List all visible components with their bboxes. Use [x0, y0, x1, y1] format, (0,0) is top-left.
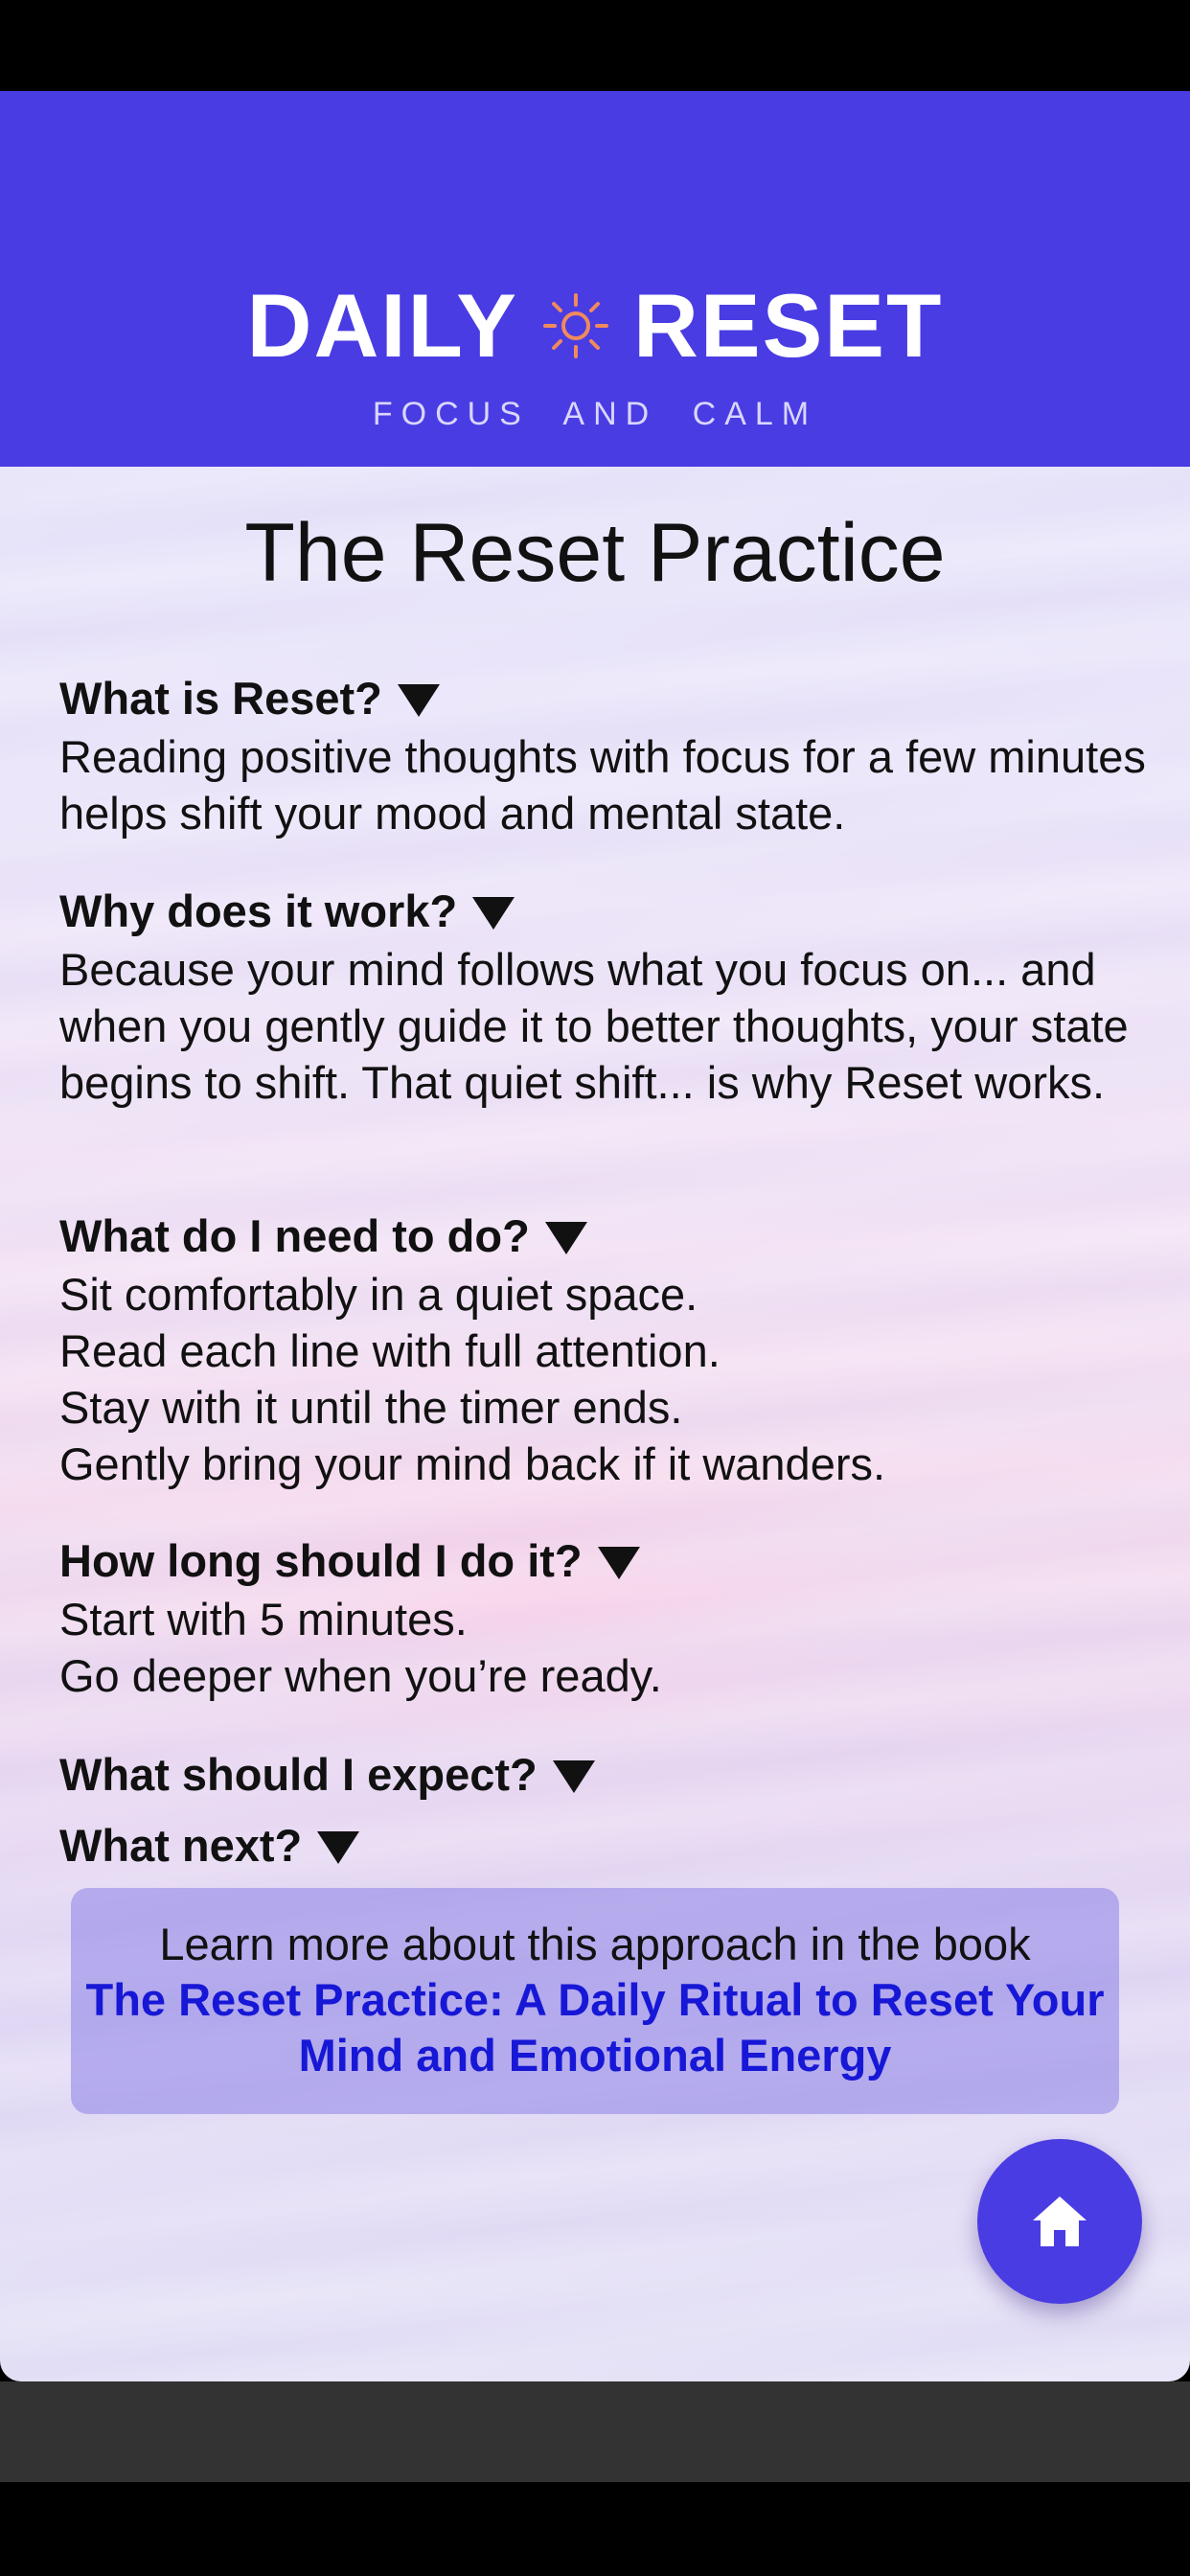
- faq-question[interactable]: What next?: [59, 1818, 1152, 1874]
- book-link[interactable]: The Reset Practice: A Daily Ritual to Re…: [71, 1972, 1119, 2083]
- faq-answer-line: Read each line with full attention.: [59, 1325, 721, 1376]
- faq-question-text: What next?: [59, 1820, 303, 1871]
- faq-question[interactable]: What is Reset?: [59, 671, 1152, 726]
- faq-question-text: How long should I do it?: [59, 1535, 583, 1586]
- home-button[interactable]: [977, 2139, 1142, 2304]
- faq-answer: Because your mind follows what you focus…: [59, 941, 1152, 1111]
- faq-question-text: What should I expect?: [59, 1749, 538, 1800]
- faq-question-text: What do I need to do?: [59, 1210, 530, 1261]
- faq-answer-line: Sit comfortably in a quiet space.: [59, 1269, 698, 1320]
- page-title: The Reset Practice: [244, 507, 946, 599]
- chevron-down-icon: [544, 1222, 587, 1254]
- faq-question[interactable]: Why does it work?: [59, 884, 1152, 939]
- chevron-down-icon: [597, 1547, 640, 1579]
- faq-question[interactable]: What should I expect?: [59, 1747, 1152, 1803]
- faq-item-what-next: What next?: [59, 1818, 1152, 1874]
- faq-answer-line: Start with 5 minutes.: [59, 1594, 468, 1644]
- content-panel: The Reset Practice What is Reset? Readin…: [0, 467, 1190, 2381]
- chevron-down-icon: [552, 1760, 595, 1793]
- faq-question-text: What is Reset?: [59, 673, 382, 724]
- faq-question[interactable]: How long should I do it?: [59, 1533, 1152, 1589]
- faq-answer-line: Go deeper when you’re ready.: [59, 1650, 662, 1701]
- sun-icon: [542, 293, 608, 358]
- faq-item-what-should-i-expect: What should I expect?: [59, 1747, 1152, 1803]
- faq-question[interactable]: What do I need to do?: [59, 1208, 1152, 1264]
- faq-item-why-does-it-work: Why does it work? Because your mind foll…: [59, 884, 1152, 1111]
- faq-answer: Start with 5 minutes. Go deeper when you…: [59, 1591, 1152, 1704]
- status-bar: [0, 0, 1190, 91]
- chevron-down-icon: [472, 897, 515, 930]
- chevron-down-icon: [397, 684, 440, 717]
- brand-logo: DAILY RESET: [0, 273, 1190, 379]
- faq-answer-line: Stay with it until the timer ends.: [59, 1382, 683, 1433]
- faq-answer: Reading positive thoughts with focus for…: [59, 728, 1152, 841]
- system-bottom-bar: [0, 2482, 1190, 2576]
- chevron-down-icon: [317, 1831, 360, 1864]
- faq-item-what-is-reset: What is Reset? Reading positive thoughts…: [59, 671, 1152, 841]
- home-icon: [1033, 2196, 1087, 2246]
- tagline: FOCUS AND CALM: [372, 396, 818, 432]
- book-promo: Learn more about this approach in the bo…: [71, 1888, 1119, 2114]
- faq-item-how-long: How long should I do it? Start with 5 mi…: [59, 1533, 1152, 1704]
- faq-item-what-do-i-need-to-do: What do I need to do? Sit comfortably in…: [59, 1208, 1152, 1492]
- brand-word-left: DAILY: [246, 275, 518, 376]
- faq-question-text: Why does it work?: [59, 886, 458, 936]
- system-nav-strip: [0, 2381, 1190, 2482]
- faq-answer-line: Reading positive thoughts with focus for…: [59, 731, 1146, 839]
- faq-answer-line: Because your mind follows what you focus…: [59, 944, 1129, 1108]
- faq-answer-line: Gently bring your mind back if it wander…: [59, 1438, 886, 1489]
- faq-answer: Sit comfortably in a quiet space. Read e…: [59, 1266, 1152, 1492]
- brand-word-right: RESET: [632, 275, 944, 376]
- app-header: DAILY RESET FOCUS AND CALM: [0, 91, 1190, 467]
- book-lead-text: Learn more about this approach in the bo…: [159, 1919, 1031, 1969]
